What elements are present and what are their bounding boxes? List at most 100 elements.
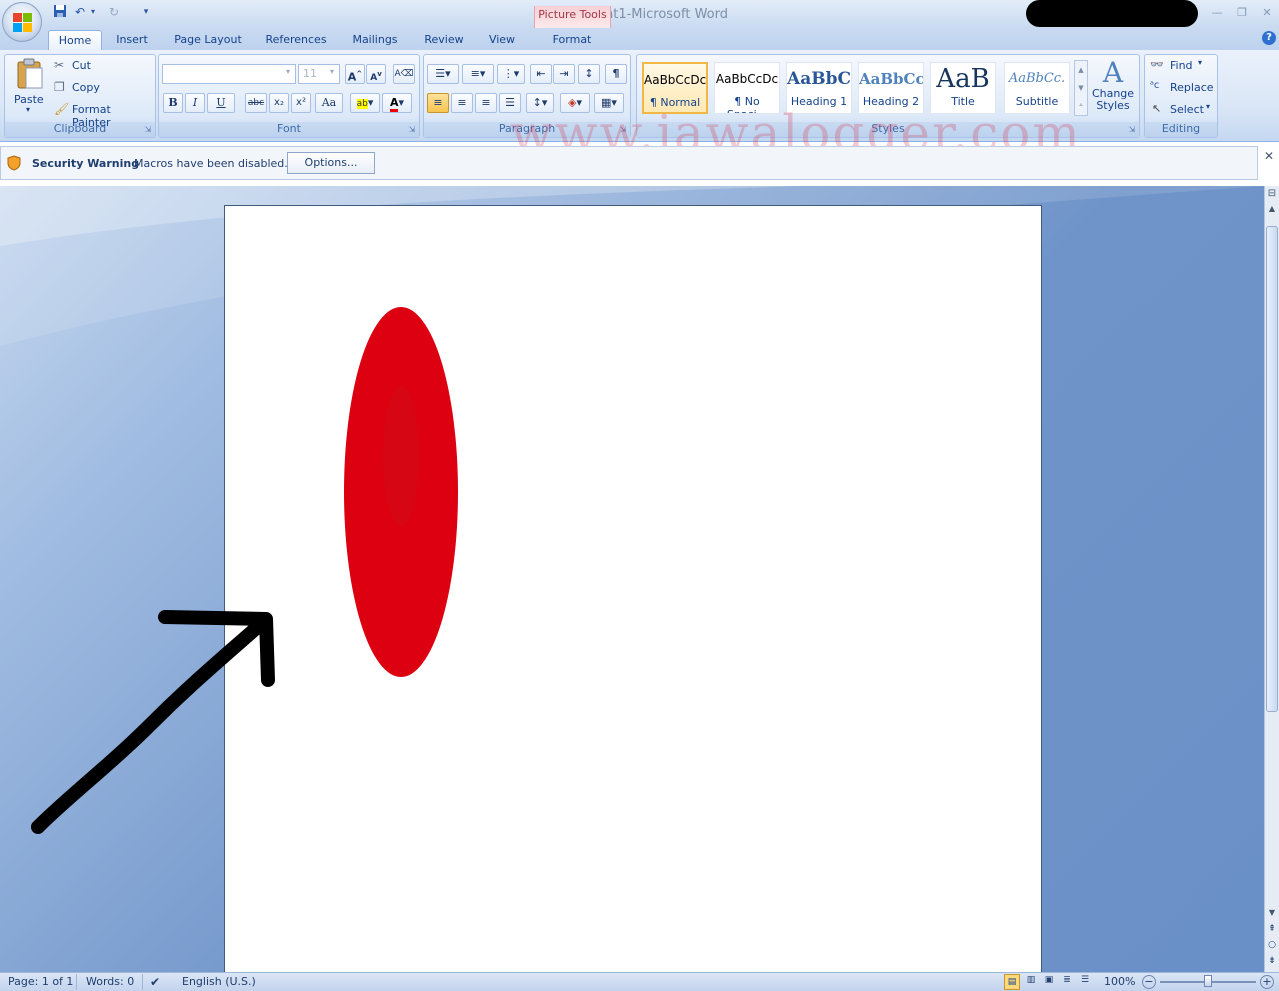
select-label: Select xyxy=(1170,103,1204,116)
previous-page-icon[interactable]: ⇞ xyxy=(1266,924,1278,936)
paste-dropdown-icon: ▾ xyxy=(26,105,31,114)
paste-icon xyxy=(17,58,43,89)
restore-icon[interactable]: ❐ xyxy=(1232,6,1252,20)
align-right-icon[interactable]: ≡ xyxy=(475,93,497,113)
next-page-icon[interactable]: ⇟ xyxy=(1266,956,1278,968)
security-warning-title: Security Warning xyxy=(32,157,140,170)
tab-review[interactable]: Review xyxy=(418,30,470,50)
cut-button[interactable]: ✂ Cut xyxy=(54,58,150,74)
status-divider xyxy=(142,974,143,990)
red-oval-shape[interactable] xyxy=(343,306,459,680)
font-size-dropdown-icon[interactable]: ▾ xyxy=(330,67,334,76)
security-warning-bar: Security Warning Macros have been disabl… xyxy=(0,146,1258,180)
format-painter-button[interactable]: 🖌 Format Painter xyxy=(54,102,152,129)
close-icon[interactable]: ✕ xyxy=(1257,6,1277,20)
draft-view-icon[interactable]: ☰ xyxy=(1078,975,1092,989)
page-count[interactable]: Page: 1 of 1 xyxy=(8,975,73,988)
find-button[interactable]: 👓 Find ▾ xyxy=(1150,58,1216,74)
select-button[interactable]: ↖ Select ▾ xyxy=(1150,102,1216,118)
picture-tools-label: Picture Tools xyxy=(538,8,607,21)
tab-format[interactable]: Format xyxy=(540,30,604,50)
change-styles-icon: A xyxy=(1102,56,1124,89)
font-launcher-icon[interactable]: ⇲ xyxy=(407,125,417,135)
zoom-in-icon[interactable]: + xyxy=(1260,975,1274,989)
font-name-dropdown-icon[interactable]: ▾ xyxy=(286,67,290,76)
change-case-button[interactable]: Aa xyxy=(315,93,343,113)
strikethrough-button[interactable]: abc xyxy=(245,93,267,113)
web-layout-icon[interactable]: ▣ xyxy=(1042,975,1056,989)
language[interactable]: English (U.S.) xyxy=(182,975,256,988)
change-styles-button[interactable]: A Change Styles xyxy=(1090,58,1136,120)
copy-button[interactable]: ❐ Copy xyxy=(54,80,150,96)
find-dropdown-icon: ▾ xyxy=(1198,58,1203,67)
print-layout-view-icon[interactable]: ▤ xyxy=(1004,974,1020,990)
scroll-up-icon[interactable]: ▲ xyxy=(1075,61,1087,79)
scroll-up-arrow-icon[interactable]: ▲ xyxy=(1266,204,1278,216)
align-center-icon[interactable]: ≡ xyxy=(451,93,473,113)
outline-view-icon[interactable]: ≣ xyxy=(1060,975,1074,989)
zoom-out-icon[interactable]: − xyxy=(1142,975,1156,989)
format-painter-label: Format Painter xyxy=(72,103,111,129)
redo-icon[interactable]: ↻ xyxy=(106,4,122,20)
minimize-icon[interactable]: — xyxy=(1207,6,1227,20)
clear-formatting-icon[interactable]: A⌫ xyxy=(393,64,415,84)
font-group-label: Font xyxy=(159,122,419,137)
font-name-combo[interactable] xyxy=(162,64,296,84)
customize-quick-access-icon[interactable]: ▾ xyxy=(138,4,154,20)
subscript-button[interactable]: x₂ xyxy=(269,93,289,113)
shrink-font-icon[interactable]: Av xyxy=(366,64,386,84)
word-count[interactable]: Words: 0 xyxy=(86,975,134,988)
save-icon[interactable] xyxy=(52,4,68,20)
style-heading-1-preview: AaBbCc xyxy=(787,69,851,89)
replace-icon: ᵃc xyxy=(1150,80,1160,91)
font-color-icon[interactable]: A▾ xyxy=(382,93,412,113)
bullets-icon[interactable]: ☰▾ xyxy=(427,64,459,84)
superscript-button[interactable]: x² xyxy=(291,93,311,113)
undo-icon[interactable]: ↶ xyxy=(72,4,88,20)
numbering-icon[interactable]: ≡▾ xyxy=(462,64,494,84)
tab-insert[interactable]: Insert xyxy=(108,30,156,50)
scroll-thumb[interactable] xyxy=(1266,226,1278,712)
cut-label: Cut xyxy=(72,59,91,72)
close-security-bar-icon[interactable]: ✕ xyxy=(1264,150,1276,162)
align-left-icon[interactable]: ≡ xyxy=(427,93,449,113)
replace-label: Replace xyxy=(1170,81,1214,94)
replace-button[interactable]: ᵃc Replace xyxy=(1150,80,1216,96)
scroll-down-arrow-icon[interactable]: ▼ xyxy=(1266,908,1278,920)
full-screen-reading-icon[interactable]: ▥ xyxy=(1024,975,1038,989)
underline-button[interactable]: U xyxy=(207,93,235,113)
scroll-down-icon[interactable]: ▼ xyxy=(1075,79,1087,97)
ruler-toggle-icon[interactable]: ⊟ xyxy=(1266,188,1278,200)
decrease-indent-icon[interactable]: ⇤ xyxy=(530,64,552,84)
zoom-level[interactable]: 100% xyxy=(1104,975,1135,988)
grow-font-icon[interactable]: A^ xyxy=(345,64,365,84)
paste-button[interactable]: Paste ▾ xyxy=(8,56,50,116)
zoom-slider-thumb[interactable] xyxy=(1204,975,1212,987)
styles-launcher-icon[interactable]: ⇲ xyxy=(1127,125,1137,135)
italic-button[interactable]: I xyxy=(185,93,205,113)
tab-home[interactable]: Home xyxy=(48,30,102,50)
app-name: Microsoft Word xyxy=(631,7,729,22)
options-button[interactable]: Options... xyxy=(287,152,375,174)
tab-mailings[interactable]: Mailings xyxy=(344,30,406,50)
help-icon[interactable]: ? xyxy=(1262,31,1276,45)
style-heading-2-preview: AaBbCc xyxy=(859,70,923,88)
proofing-icon[interactable]: ✔ xyxy=(150,975,160,989)
office-button[interactable] xyxy=(2,2,42,42)
select-browse-object-icon[interactable]: ○ xyxy=(1266,940,1278,952)
highlight-icon[interactable]: ab▾ xyxy=(350,93,380,113)
sort-icon[interactable]: ↕ xyxy=(578,64,600,84)
undo-dropdown-icon[interactable]: ▾ xyxy=(88,4,98,20)
copy-label: Copy xyxy=(72,81,100,94)
multilevel-list-icon[interactable]: ⋮▾ xyxy=(497,64,525,84)
tab-references[interactable]: References xyxy=(258,30,334,50)
cursor-arrow-icon: ↖ xyxy=(1152,102,1162,115)
increase-indent-icon[interactable]: ⇥ xyxy=(553,64,575,84)
show-formatting-marks-icon[interactable]: ¶ xyxy=(605,64,627,84)
vertical-scrollbar[interactable]: ⊟ ▲ ▼ ⇞ ○ ⇟ xyxy=(1264,186,1279,972)
bold-button[interactable]: B xyxy=(163,93,183,113)
tab-page-layout[interactable]: Page Layout xyxy=(168,30,248,50)
document-page[interactable] xyxy=(224,205,1042,973)
change-styles-label: Change Styles xyxy=(1091,87,1135,112)
tab-view[interactable]: View xyxy=(482,30,522,50)
